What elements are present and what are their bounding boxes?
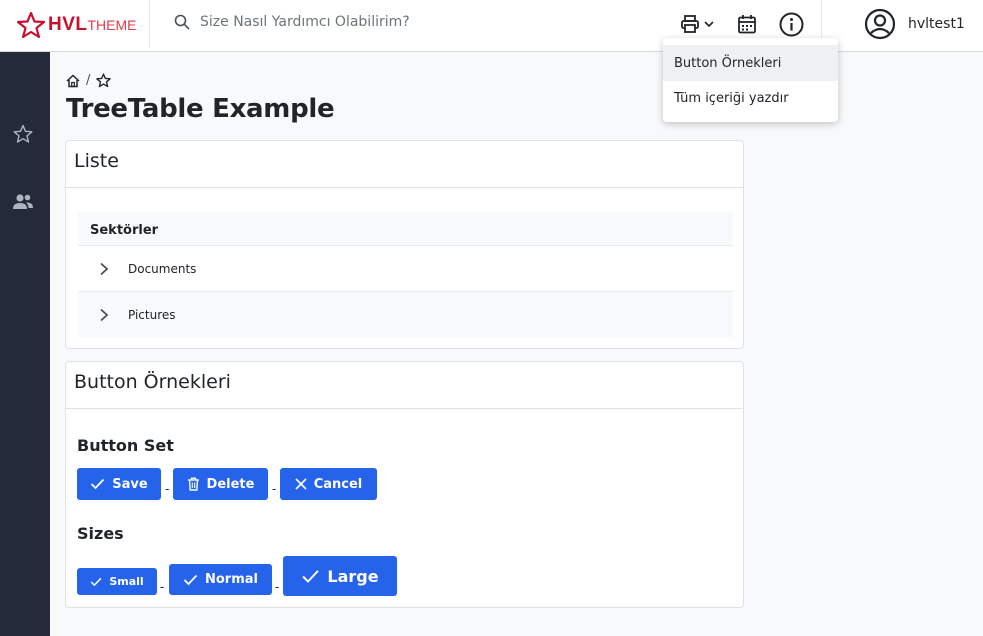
delete-button[interactable]: Delete <box>173 468 268 500</box>
home-icon[interactable] <box>66 73 80 88</box>
close-icon <box>295 478 307 490</box>
separator-dash: - <box>165 482 170 496</box>
cancel-button[interactable]: Cancel <box>280 468 377 500</box>
cancel-button-label: Cancel <box>313 476 363 492</box>
search-input[interactable]: Size Nasıl Yardımcı Olabilirim? <box>200 14 410 30</box>
brand-logo[interactable]: HVLTHEME <box>17 10 137 40</box>
chevron-down-icon <box>704 21 714 28</box>
check-icon <box>302 569 320 583</box>
save-button-label: Save <box>112 476 148 492</box>
card-divider <box>66 408 743 409</box>
username: hvltest1 <box>908 16 965 32</box>
menu-item-button-examples[interactable]: Button Örnekleri <box>663 45 838 81</box>
calendar-icon <box>738 15 756 34</box>
user-circle-icon <box>864 8 896 40</box>
trash-icon <box>187 477 199 491</box>
users-icon <box>13 194 33 209</box>
user-menu[interactable]: hvltest1 <box>864 8 965 40</box>
large-button[interactable]: Large <box>283 556 397 596</box>
button-examples-card: Button Örnekleri Button Set Save - Delet… <box>65 361 744 608</box>
calendar-button[interactable] <box>737 11 757 37</box>
large-button-label: Large <box>327 566 379 586</box>
printer-icon <box>681 15 699 33</box>
star-logo-icon <box>17 12 45 38</box>
row-label: Pictures <box>128 307 176 322</box>
chevron-right-icon <box>100 308 109 321</box>
sidebar-item-users[interactable] <box>11 190 35 214</box>
small-button-label: Small <box>109 575 144 588</box>
separator-dash: - <box>272 482 277 496</box>
check-icon <box>90 577 102 586</box>
tree-table-row[interactable]: Documents <box>78 247 733 292</box>
card-title: Liste <box>74 150 119 172</box>
separator-dash: - <box>275 580 280 594</box>
check-icon <box>183 574 198 585</box>
print-menu-button[interactable] <box>680 11 715 37</box>
delete-button-label: Delete <box>206 476 255 492</box>
logo-subtext: THEME <box>87 17 137 33</box>
check-icon <box>91 478 105 490</box>
save-button[interactable]: Save <box>77 468 161 500</box>
card-divider <box>66 187 743 188</box>
info-icon <box>779 12 804 36</box>
search-icon <box>174 14 190 30</box>
search-bar[interactable]: Size Nasıl Yardımcı Olabilirim? <box>174 14 410 30</box>
normal-button-label: Normal <box>205 572 258 587</box>
tree-table-header[interactable]: Sektörler <box>78 212 733 246</box>
separator-dash: - <box>160 580 165 594</box>
row-toggle-button[interactable] <box>92 303 116 327</box>
header-divider <box>149 0 150 48</box>
row-label: Documents <box>128 262 197 276</box>
liste-card: Liste Sektörler Documents Pictures <box>65 140 744 349</box>
page-title: TreeTable Example <box>66 94 335 124</box>
sidebar <box>0 52 50 636</box>
star-icon <box>13 124 33 143</box>
print-dropdown-menu: Button Örnekleri Tüm içeriği yazdır <box>663 38 838 122</box>
sizes-title: Sizes <box>77 524 124 543</box>
info-button[interactable] <box>779 11 804 37</box>
chevron-right-icon <box>100 262 109 276</box>
button-set-title: Button Set <box>77 436 174 455</box>
small-button[interactable]: Small <box>77 568 157 595</box>
row-toggle-button[interactable] <box>92 257 116 281</box>
normal-button[interactable]: Normal <box>169 564 272 595</box>
breadcrumb-separator: / <box>86 73 91 88</box>
tree-table-row[interactable]: Pictures <box>78 292 733 337</box>
logo-text: HVL <box>48 14 88 35</box>
sidebar-item-favorites[interactable] <box>11 122 35 146</box>
favorite-star-icon[interactable] <box>96 73 112 88</box>
breadcrumb: / <box>66 73 112 88</box>
menu-item-print-all[interactable]: Tüm içeriği yazdır <box>663 80 838 116</box>
card-title: Button Örnekleri <box>74 371 231 393</box>
